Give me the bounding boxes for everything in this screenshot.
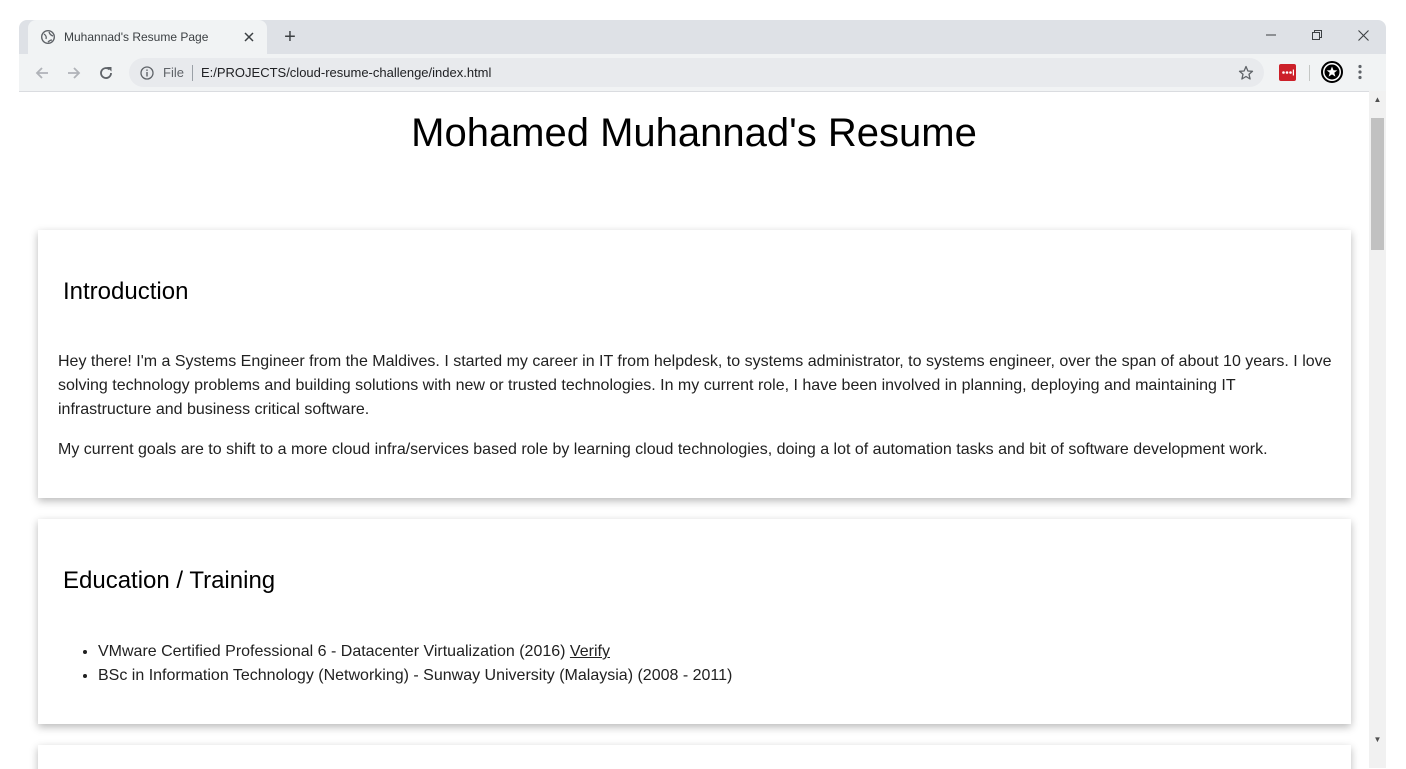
- url-text[interactable]: E:/PROJECTS/cloud-resume-challenge/index…: [201, 65, 1236, 80]
- education-card: Education / Training VMware Certified Pr…: [38, 519, 1351, 724]
- page-title: Mohamed Muhannad's Resume: [411, 111, 977, 155]
- minimize-button[interactable]: [1256, 24, 1286, 46]
- address-bar[interactable]: File E:/PROJECTS/cloud-resume-challenge/…: [129, 58, 1264, 87]
- omnibox-divider: [191, 64, 193, 81]
- scrollbar-thumb[interactable]: [1371, 118, 1384, 250]
- browser-toolbar: File E:/PROJECTS/cloud-resume-challenge/…: [19, 54, 1386, 91]
- info-icon[interactable]: [139, 65, 155, 81]
- vertical-scrollbar[interactable]: ▲ ▼: [1369, 91, 1386, 768]
- scroll-up-arrow-icon[interactable]: ▲: [1369, 91, 1386, 108]
- list-item: VMware Certified Professional 6 - Datace…: [98, 640, 732, 664]
- restore-button[interactable]: [1302, 24, 1332, 46]
- toolbar-divider: [1309, 65, 1310, 81]
- next-section-card: [38, 745, 1351, 769]
- tab-title: Muhannad's Resume Page: [64, 30, 209, 44]
- introduction-heading: Introduction: [63, 278, 189, 305]
- reload-icon[interactable]: [94, 61, 118, 85]
- browser-tab[interactable]: Muhannad's Resume Page: [28, 20, 267, 54]
- star-icon[interactable]: [1236, 63, 1256, 83]
- back-arrow-icon[interactable]: [30, 61, 54, 85]
- page-viewport: Mohamed Muhannad's Resume Introduction H…: [19, 91, 1369, 769]
- close-icon[interactable]: [239, 27, 259, 47]
- list-item: BSc in Information Technology (Networkin…: [98, 664, 732, 688]
- education-item-text: BSc in Information Technology (Networkin…: [98, 667, 733, 684]
- forward-arrow-icon[interactable]: [62, 61, 86, 85]
- scheme-label: File: [163, 65, 184, 80]
- browser-window: Muhannad's Resume Page + File E:/PROJECT…: [19, 20, 1386, 91]
- scroll-down-arrow-icon[interactable]: ▼: [1369, 731, 1386, 748]
- introduction-card: Introduction Hey there! I'm a Systems En…: [38, 230, 1351, 498]
- verify-link[interactable]: Verify: [570, 643, 610, 660]
- new-tab-button[interactable]: +: [279, 26, 301, 48]
- lastpass-icon[interactable]: [1278, 63, 1296, 81]
- globe-icon: [40, 29, 56, 45]
- education-list: VMware Certified Professional 6 - Datace…: [58, 640, 732, 688]
- introduction-paragraph-1: Hey there! I'm a Systems Engineer from t…: [58, 353, 1332, 418]
- window-close-button[interactable]: [1348, 24, 1378, 46]
- education-item-text: VMware Certified Professional 6 - Datace…: [98, 643, 570, 660]
- introduction-paragraph-2: My current goals are to shift to a more …: [58, 441, 1268, 458]
- kebab-menu-icon[interactable]: [1355, 63, 1365, 81]
- star-badge-icon[interactable]: [1320, 60, 1344, 84]
- education-heading: Education / Training: [63, 567, 276, 594]
